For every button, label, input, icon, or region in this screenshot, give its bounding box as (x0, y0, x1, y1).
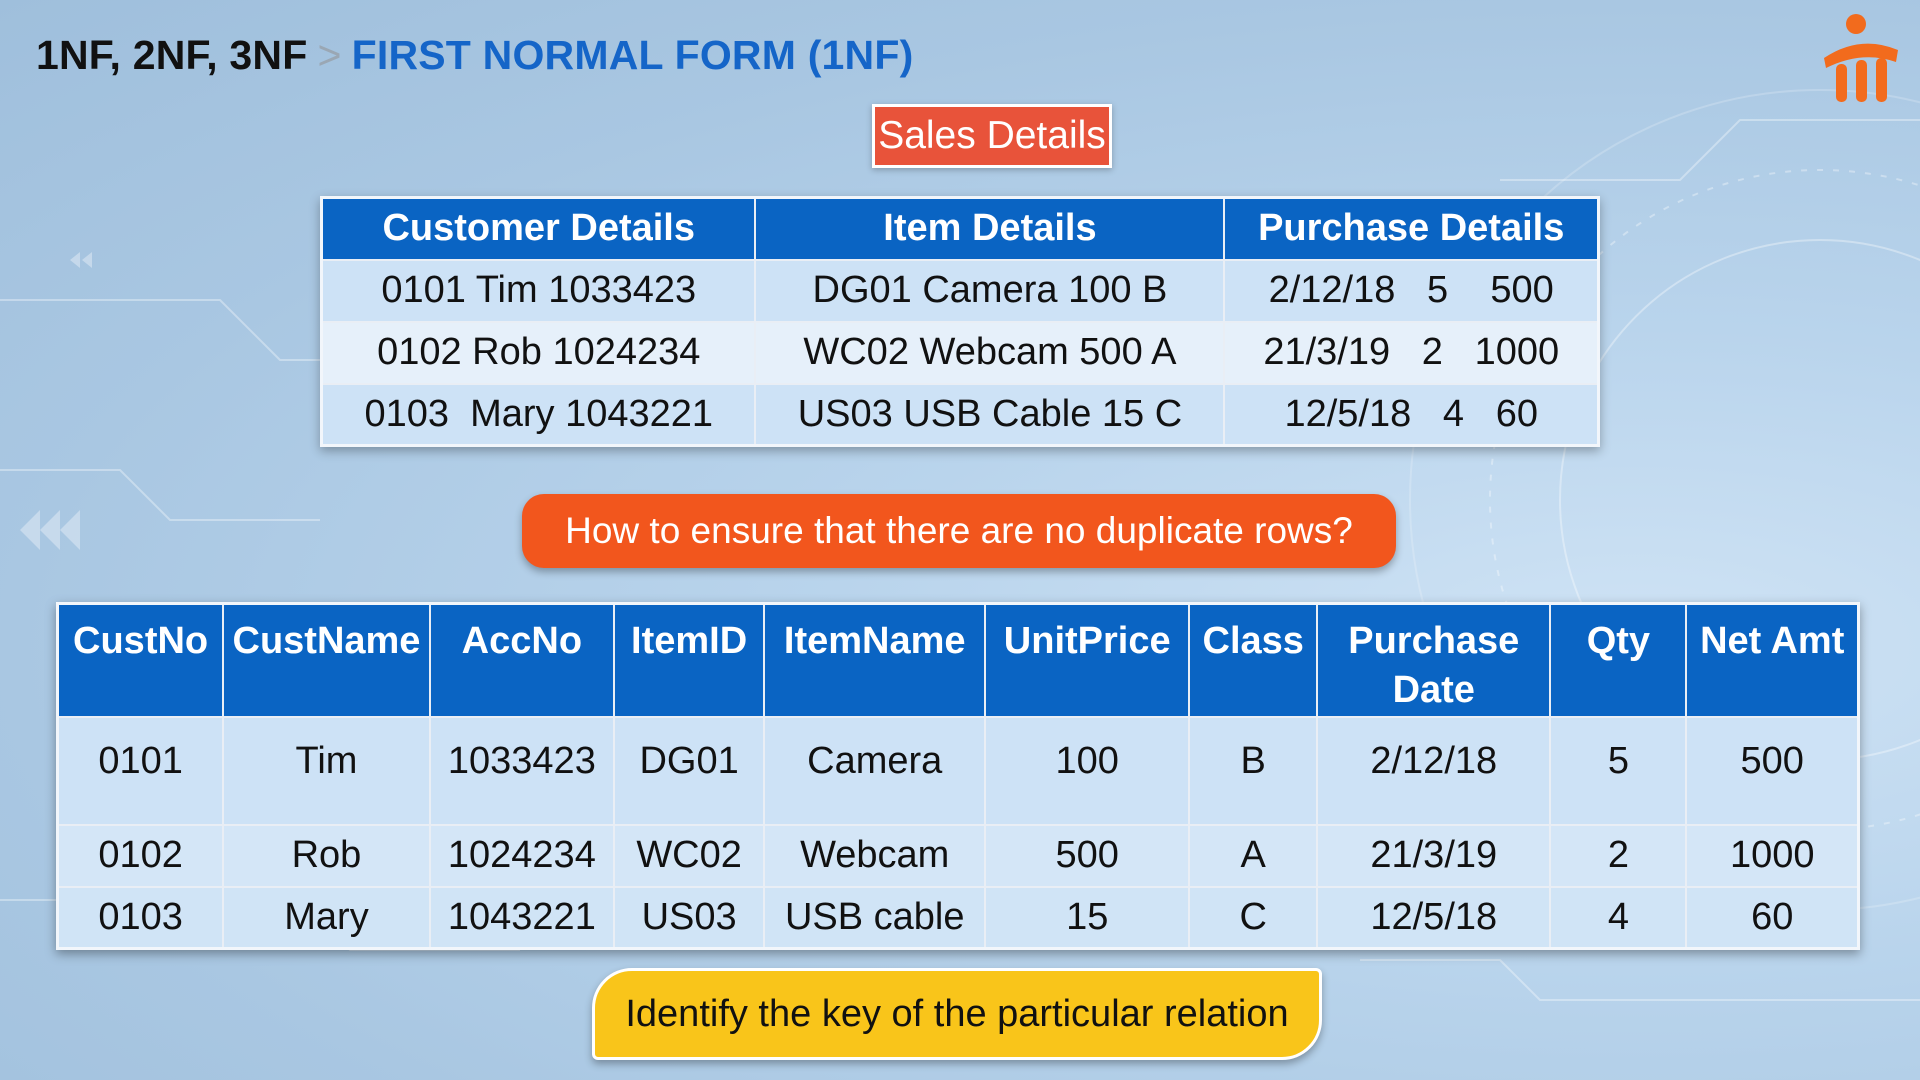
table-cell: 12/5/18 4 60 (1223, 382, 1600, 447)
table-cell: 12/5/18 (1316, 885, 1552, 950)
column-header: Purchase Details (1223, 196, 1600, 261)
table-cell: Mary (222, 885, 431, 950)
column-header: CustName (222, 602, 431, 718)
table-cell: Tim (222, 715, 431, 826)
table-cell: 4 (1549, 885, 1688, 950)
table-cell: 0101 Tim 1033423 (320, 258, 757, 323)
table-cell: A (1188, 823, 1319, 888)
column-header: Customer Details (320, 196, 757, 261)
table-row: 0103 Mary 1043221 US03 USB Cable 15 C 12… (320, 382, 1600, 447)
table-cell: 2/12/18 (1316, 715, 1552, 826)
table-cell: US03 USB Cable 15 C (754, 382, 1226, 447)
column-header: Net Amt (1685, 602, 1860, 718)
table-cell: 2 (1549, 823, 1688, 888)
table-cell: 60 (1685, 885, 1860, 950)
question-banner: How to ensure that there are no duplicat… (522, 494, 1396, 568)
table-cell: USB cable (763, 885, 987, 950)
table-cell: 5 (1549, 715, 1688, 826)
table-cell: Camera (763, 715, 987, 826)
table-cell: 21/3/19 2 1000 (1223, 320, 1600, 385)
table-cell: Rob (222, 823, 431, 888)
table-cell: WC02 Webcam 500 A (754, 320, 1226, 385)
table-cell: 0101 (56, 715, 225, 826)
table-cell: 0102 (56, 823, 225, 888)
table-cell: DG01 (612, 715, 766, 826)
table-cell: 2/12/18 5 500 (1223, 258, 1600, 323)
table-cell: 1024234 (428, 823, 615, 888)
column-header: AccNo (428, 602, 615, 718)
table-cell: 0102 Rob 1024234 (320, 320, 757, 385)
table-row: 0103 Mary 1043221 US03 USB cable 15 C 12… (56, 885, 1860, 950)
table-row: 0102 Rob 1024234 WC02 Webcam 500 A 21/3/… (56, 823, 1860, 888)
table-cell: 21/3/19 (1316, 823, 1552, 888)
table-cell: 1000 (1685, 823, 1860, 888)
table-row: 0101 Tim 1033423 DG01 Camera 100 B 2/12/… (56, 715, 1860, 826)
table-cell: 100 (984, 715, 1191, 826)
table-header-row: Customer Details Item Details Purchase D… (320, 196, 1600, 261)
column-header: CustNo (56, 602, 225, 718)
breadcrumb-separator: > (317, 32, 342, 78)
table-row: 0101 Tim 1033423 DG01 Camera 100 B 2/12/… (320, 258, 1600, 323)
breadcrumb-parent: 1NF, 2NF, 3NF (36, 32, 308, 78)
page-title: FIRST NORMAL FORM (1NF) (351, 32, 914, 78)
table-cell: Webcam (763, 823, 987, 888)
column-header: Qty (1549, 602, 1688, 718)
table-cell: 0103 (56, 885, 225, 950)
table-cell: 0103 Mary 1043221 (320, 382, 757, 447)
table-header-row: CustNo CustName AccNo ItemID ItemName Un… (56, 602, 1860, 718)
table-cell: DG01 Camera 100 B (754, 258, 1226, 323)
column-header: ItemID (612, 602, 766, 718)
table-cell: 15 (984, 885, 1191, 950)
table-row: 0102 Rob 1024234 WC02 Webcam 500 A 21/3/… (320, 320, 1600, 385)
normalized-1nf-table: CustNo CustName AccNo ItemID ItemName Un… (56, 602, 1860, 951)
breadcrumb: 1NF, 2NF, 3NF > FIRST NORMAL FORM (1NF) (36, 32, 913, 79)
table-cell: US03 (612, 885, 766, 950)
column-header: UnitPrice (984, 602, 1191, 718)
sales-details-caption: Sales Details (872, 104, 1112, 168)
column-header: ItemName (763, 602, 987, 718)
sales-details-table: Customer Details Item Details Purchase D… (320, 196, 1600, 447)
table-cell: WC02 (612, 823, 766, 888)
column-header: Class (1188, 602, 1319, 718)
table-cell: B (1188, 715, 1319, 826)
column-header: Item Details (754, 196, 1226, 261)
table-cell: C (1188, 885, 1319, 950)
table-cell: 1043221 (428, 885, 615, 950)
brand-logo-icon (1824, 14, 1898, 102)
table-cell: 500 (984, 823, 1191, 888)
table-cell: 500 (1685, 715, 1860, 826)
hint-banner: Identify the key of the particular relat… (592, 968, 1322, 1060)
column-header: Purchase Date (1316, 602, 1552, 718)
table-cell: 1033423 (428, 715, 615, 826)
